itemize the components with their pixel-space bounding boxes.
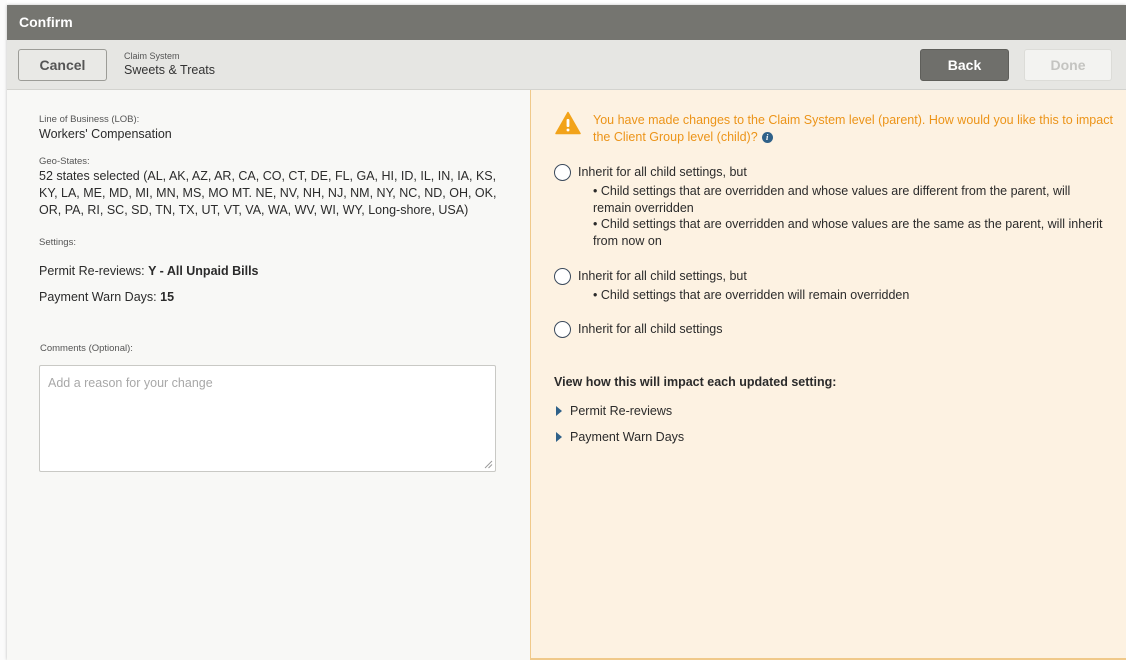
- setting-name: Payment Warn Days:: [39, 290, 157, 304]
- lob-value: Workers' Compensation: [39, 127, 172, 141]
- dialog-toolbar: Cancel Claim System Sweets & Treats Back…: [7, 40, 1126, 90]
- impact-panel: You have made changes to the Claim Syste…: [530, 90, 1126, 660]
- info-icon[interactable]: i: [761, 132, 773, 144]
- setting-payment-warn-days: Payment Warn Days: 15: [39, 289, 174, 306]
- background-page-edge: [0, 0, 7, 660]
- lob-label: Line of Business (LOB):: [39, 114, 140, 125]
- expander-payment-warn-days[interactable]: Payment Warn Days: [556, 430, 684, 444]
- setting-name: Permit Re-reviews:: [39, 264, 145, 278]
- impact-heading: View how this will impact each updated s…: [554, 375, 837, 389]
- option-bullet: • Child settings that are overridden wil…: [593, 288, 910, 302]
- comments-textarea[interactable]: [39, 365, 496, 472]
- setting-permit-re-reviews: Permit Re-reviews: Y - All Unpaid Bills: [39, 263, 259, 280]
- radio-inherit-but-different-remain[interactable]: [554, 164, 571, 181]
- radio-inherit-all[interactable]: [554, 321, 571, 338]
- expander-label: Permit Re-reviews: [570, 404, 673, 418]
- option-label[interactable]: Inherit for all child settings: [578, 322, 723, 336]
- confirm-dialog: Confirm Cancel Claim System Sweets & Tre…: [7, 5, 1126, 660]
- expander-label: Payment Warn Days: [570, 430, 685, 444]
- dialog-titlebar: Confirm: [7, 5, 1126, 40]
- settings-label: Settings:: [39, 237, 76, 248]
- option-bullet: • Child settings that are overridden and…: [593, 184, 1071, 215]
- geo-states-value: 52 states selected (AL, AK, AZ, AR, CA, …: [39, 169, 497, 217]
- breadcrumb-label: Claim System: [124, 51, 180, 61]
- expander-permit-re-reviews[interactable]: Permit Re-reviews: [556, 404, 672, 418]
- comments-label: Comments (Optional):: [40, 343, 133, 354]
- impact-warning-text: You have made changes to the Claim Syste…: [593, 113, 1113, 144]
- geo-states-label: Geo-States:: [39, 156, 90, 167]
- cancel-button[interactable]: Cancel: [18, 49, 107, 81]
- caret-right-icon: [556, 406, 562, 416]
- breadcrumb-value: Sweets & Treats: [124, 63, 216, 77]
- setting-value: 15: [160, 290, 175, 304]
- option-bullet: • Child settings that are overridden and…: [593, 217, 1103, 248]
- resize-grip-icon[interactable]: [483, 459, 493, 469]
- setting-value: Y - All Unpaid Bills: [148, 264, 259, 278]
- option-label[interactable]: Inherit for all child settings, but: [578, 165, 747, 179]
- back-button[interactable]: Back: [920, 49, 1009, 81]
- done-button[interactable]: Done: [1024, 49, 1112, 81]
- option-label[interactable]: Inherit for all child settings, but: [578, 269, 747, 283]
- warning-triangle-icon: [555, 111, 581, 135]
- radio-inherit-but-overridden-remain[interactable]: [554, 268, 571, 285]
- impact-warning: You have made changes to the Claim Syste…: [593, 112, 1113, 146]
- dialog-title: Confirm: [19, 14, 73, 30]
- caret-right-icon: [556, 432, 562, 442]
- summary-panel: Line of Business (LOB): Workers' Compens…: [7, 90, 530, 660]
